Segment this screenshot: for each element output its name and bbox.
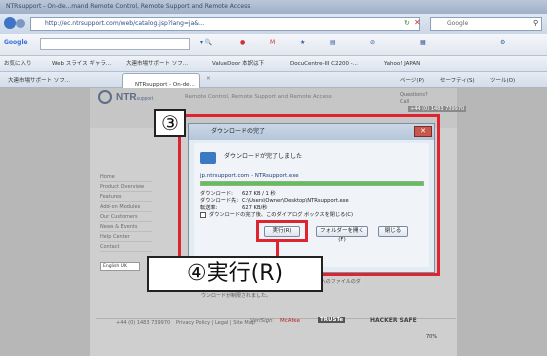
nav-item[interactable]: Contact xyxy=(100,242,152,252)
share-icon[interactable]: ▤ xyxy=(330,39,336,46)
bookmark-icon[interactable]: ★ xyxy=(300,39,305,46)
favorite-item[interactable]: Yahoo! JAPAN xyxy=(384,56,420,72)
toolbar-search-button[interactable]: ▾ 🔍 xyxy=(200,39,212,46)
nav-item[interactable]: News & Events xyxy=(100,222,152,232)
tab-bar: 大連市場サポート ソフ... NTRsupport - On-de... ✕ ペ… xyxy=(0,72,547,88)
site-logo[interactable]: NTRsupport xyxy=(116,92,153,103)
dialog-highlight-frame xyxy=(178,114,440,276)
address-bar-row: http://ec.ntrsupport.com/web/catalog.jsp… xyxy=(0,14,547,34)
nav-item[interactable]: Add-on Modules xyxy=(100,202,152,212)
nav-item[interactable]: Features xyxy=(100,192,152,202)
nav-item[interactable]: Help Center xyxy=(100,232,152,242)
favorite-item[interactable]: ValueDoor 本訳は下 xyxy=(212,56,264,72)
news-icon[interactable]: ● xyxy=(240,39,245,46)
step-4-callout: ④実行(R) xyxy=(147,256,323,292)
address-input[interactable]: http://ec.ntrsupport.com/web/catalog.jsp… xyxy=(30,17,420,31)
truste-logo: TRUSTe xyxy=(318,317,346,323)
verisign-logo: VeriSign xyxy=(250,318,273,324)
forward-icon[interactable] xyxy=(16,19,25,28)
footer-links[interactable]: Privacy Policy | Legal | Site Map xyxy=(176,320,255,326)
search-placeholder: Google xyxy=(447,20,469,27)
close-tab-icon[interactable]: ✕ xyxy=(206,76,211,82)
questions-label: Questions? xyxy=(400,92,428,98)
hackersafe-logo: HACKER SAFE xyxy=(370,317,417,324)
safety-menu[interactable]: セーフティ(S) xyxy=(440,76,475,84)
window-title-bar: NTRsupport - On-de...mand Remote Control… xyxy=(0,0,547,14)
site-tagline: Remote Control, Remote Support and Remot… xyxy=(185,94,332,100)
call-label: Call xyxy=(400,99,410,105)
header-phone: +44 (0) 1483 739970 xyxy=(408,106,467,112)
refresh-icon[interactable]: ↻ xyxy=(404,19,410,27)
step-3-callout: ③ xyxy=(154,109,186,137)
nav-item[interactable]: Home xyxy=(100,172,152,182)
tab-ntrsupport[interactable]: NTRsupport - On-de... xyxy=(122,73,200,88)
logo-icon xyxy=(98,90,112,104)
popup-icon[interactable]: ⊘ xyxy=(370,39,375,46)
search-icon[interactable]: ⚲ xyxy=(533,19,538,27)
language-select[interactable]: English UK xyxy=(100,262,140,271)
back-icon[interactable] xyxy=(4,17,16,29)
site-nav: Home Product Overview Features Add-on Mo… xyxy=(100,172,152,252)
google-search-field[interactable] xyxy=(40,38,190,50)
logo-text: NTR xyxy=(116,92,137,103)
favorites-button[interactable]: お気に入り xyxy=(4,56,32,72)
google-toolbar: Google ▾ 🔍 ● M ★ ▤ ⊘ ▦ ⚙ xyxy=(0,34,547,56)
tools-menu[interactable]: ツール(O) xyxy=(490,76,515,84)
nav-item[interactable]: Our Customers xyxy=(100,212,152,222)
run-button-highlight xyxy=(256,220,308,242)
mail-icon[interactable]: M xyxy=(270,39,275,46)
mcafee-logo: McAfee xyxy=(280,318,301,324)
favorite-item[interactable]: DocuCentre-III C2200 -... xyxy=(290,56,358,72)
window-title: NTRsupport - On-de...mand Remote Control… xyxy=(6,3,251,10)
search-input[interactable]: Google xyxy=(430,17,542,31)
zoom-indicator[interactable]: 70% xyxy=(426,334,437,340)
logo-sub: support xyxy=(136,96,154,102)
favorite-item[interactable]: 大連市場サポート ソフ... xyxy=(126,56,188,72)
page-menu[interactable]: ページ(P) xyxy=(400,76,424,84)
tools-icon[interactable]: ▦ xyxy=(420,39,426,46)
nav-item[interactable]: Product Overview xyxy=(100,182,152,192)
settings-icon[interactable]: ⚙ xyxy=(500,39,505,46)
google-label: Google xyxy=(4,39,28,46)
favorite-item[interactable]: Web スライス ギャラ... xyxy=(52,56,111,72)
footer-phone: +44 (0) 1483 739970 xyxy=(116,320,171,326)
address-url: http://ec.ntrsupport.com/web/catalog.jsp… xyxy=(45,20,205,27)
tab-support[interactable]: 大連市場サポート ソフ... xyxy=(8,76,70,84)
favorites-bar: お気に入り Web スライス ギャラ... 大連市場サポート ソフ... Val… xyxy=(0,56,547,72)
stop-icon[interactable]: ✕ xyxy=(414,18,421,27)
